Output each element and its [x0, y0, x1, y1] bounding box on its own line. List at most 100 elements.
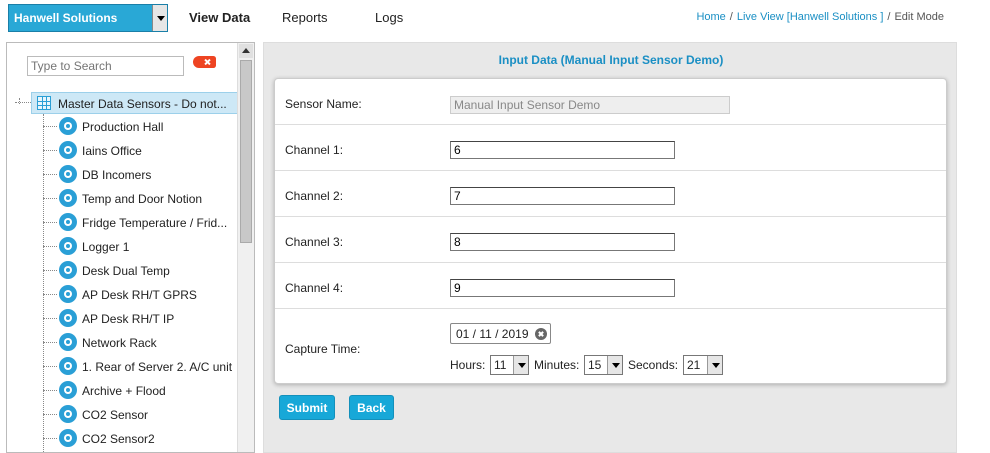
sensor-icon: [59, 213, 77, 231]
sensor-tree-panel: Master Data Sensors - Do not... Producti…: [6, 42, 255, 453]
minutes-select[interactable]: 15: [584, 355, 623, 375]
nav-reports[interactable]: Reports: [282, 10, 328, 25]
sensor-icon: [59, 189, 77, 207]
tree-item-label: DB Incomers: [82, 168, 152, 182]
sensor-icon: [59, 285, 77, 303]
channel-row: Channel 4:: [275, 263, 946, 309]
panel-title: Input Data (Manual Input Sensor Demo): [498, 53, 724, 67]
channel-row: Channel 3:: [275, 217, 946, 263]
channel-label: Channel 3:: [285, 235, 344, 249]
breadcrumb-live-view[interactable]: Live View [Hanwell Solutions ]: [737, 11, 884, 23]
channel-4-input[interactable]: [450, 279, 675, 297]
tree-item-label: Network Rack: [82, 336, 157, 350]
tree-item-label: 1. Rear of Server 2. A/C unit: [82, 360, 233, 374]
sensor-icon: [59, 261, 77, 279]
clear-search-icon[interactable]: [193, 56, 216, 68]
tree-item-sensor[interactable]: AP Desk RH/T IP: [43, 307, 239, 331]
seconds-label: Seconds:: [628, 358, 679, 372]
submit-button[interactable]: Submit: [279, 395, 335, 420]
organization-select[interactable]: Hanwell Solutions: [8, 4, 168, 32]
tree-item-sensor[interactable]: Network Rack: [43, 331, 239, 355]
seconds-select[interactable]: 21: [683, 355, 723, 375]
channel-label: Channel 2:: [285, 189, 344, 203]
hours-label: Hours:: [450, 358, 486, 372]
channel-1-input[interactable]: [450, 141, 675, 159]
scrollbar-thumb[interactable]: [240, 60, 252, 243]
tree-connector: [19, 98, 20, 104]
sensor-icon: [59, 429, 77, 447]
tree-item-sensor[interactable]: Production Hall: [43, 115, 239, 139]
sensor-icon: [59, 237, 77, 255]
tree-item-label: Production Hall: [82, 120, 164, 134]
tree-root-master-data-sensors[interactable]: Master Data Sensors - Do not...: [31, 92, 239, 114]
tree-item-sensor[interactable]: DB Incomers: [43, 163, 239, 187]
back-button[interactable]: Back: [349, 395, 394, 420]
sensor-icon: [59, 141, 77, 159]
tree-item-label: Desk Dual Temp: [82, 264, 170, 278]
tree-root-label: Master Data Sensors - Do not...: [58, 97, 227, 111]
organization-select-value: Hanwell Solutions: [14, 11, 118, 25]
breadcrumb-current: Edit Mode: [894, 11, 944, 23]
minutes-label: Minutes:: [534, 358, 580, 372]
tree-item-label: CO2 Sensor2: [82, 432, 155, 446]
tree-item-sensor[interactable]: CO2 Sensor: [43, 403, 239, 427]
chevron-down-icon[interactable]: [607, 356, 622, 374]
channel-row: Channel 1:: [275, 125, 946, 171]
breadcrumb-home[interactable]: Home: [696, 11, 725, 23]
grid-icon: [37, 96, 51, 110]
hours-value: 11: [494, 358, 507, 372]
sensor-icon: [59, 405, 77, 423]
tree-item-label: Logger 1: [82, 240, 130, 254]
sensor-icon: [59, 309, 77, 327]
tree-item-sensor[interactable]: Desk Dual Temp: [43, 259, 239, 283]
tree-item-sensor[interactable]: AP Desk RH/T GPRS: [43, 283, 239, 307]
chevron-down-icon[interactable]: [513, 356, 528, 374]
input-form: Sensor Name: Channel 1: Channel 2: Chann…: [274, 78, 947, 384]
tree-item-label: Iains Office: [82, 144, 142, 158]
date-value: 01 / 11 / 2019: [456, 327, 529, 341]
tree-item-label: Fridge Temperature / Frid...: [82, 216, 228, 230]
hours-select[interactable]: 11: [490, 355, 529, 375]
tree-item-label: CO2 Sensor: [82, 408, 149, 422]
sidebar-scrollbar[interactable]: [237, 43, 254, 452]
top-bar: Hanwell Solutions View Data Reports Logs…: [0, 0, 990, 36]
tree-item-sensor[interactable]: CO2 Sensor2: [43, 427, 239, 451]
tree-item-label: Temp and Door Notion: [82, 192, 203, 206]
channel-label: Channel 4:: [285, 281, 344, 295]
tree-item-sensor[interactable]: Fridge Temperature / Frid...: [43, 211, 239, 235]
breadcrumb-separator: /: [887, 11, 891, 23]
sensor-name-field: [450, 96, 730, 114]
sensor-name-row: Sensor Name:: [275, 79, 946, 125]
minutes-value: 15: [588, 358, 602, 372]
nav-logs[interactable]: Logs: [375, 10, 403, 25]
sensor-name-label: Sensor Name:: [285, 97, 362, 111]
tree-item-sensor[interactable]: Temp and Door Notion: [43, 187, 239, 211]
input-data-panel: Input Data (Manual Input Sensor Demo) Se…: [263, 42, 957, 453]
tree-item-label: AP Desk RH/T IP: [82, 312, 175, 326]
clear-date-icon[interactable]: [535, 328, 547, 340]
tree-item-label: Archive + Flood: [82, 384, 166, 398]
sensor-icon: [59, 333, 77, 351]
search-input[interactable]: [27, 56, 184, 76]
tree-item-label: AP Desk RH/T GPRS: [82, 288, 197, 302]
chevron-down-icon[interactable]: [152, 5, 167, 31]
nav-view-data[interactable]: View Data: [189, 10, 250, 25]
tree-item-sensor[interactable]: Logger 1: [43, 235, 239, 259]
breadcrumb-separator: /: [729, 11, 733, 23]
channel-row: Channel 2:: [275, 171, 946, 217]
tree-connector: [15, 102, 31, 103]
tree-item-sensor[interactable]: 1. Rear of Server 2. A/C unit: [43, 355, 239, 379]
breadcrumb: Home / Live View [Hanwell Solutions ] / Edit…: [696, 11, 944, 23]
tree-item-sensor[interactable]: Archive + Flood: [43, 379, 239, 403]
sensor-icon: [59, 381, 77, 399]
seconds-value: 21: [687, 358, 701, 372]
tree-item-sensor[interactable]: Iains Office: [43, 139, 239, 163]
sensor-icon: [59, 117, 77, 135]
channel-2-input[interactable]: [450, 187, 675, 205]
date-picker[interactable]: 01 / 11 / 2019: [450, 323, 551, 344]
chevron-down-icon[interactable]: [707, 356, 722, 374]
scroll-up-icon[interactable]: [239, 44, 253, 58]
sensor-icon: [59, 357, 77, 375]
capture-time-row: Capture Time: 01 / 11 / 2019 Hours: 11 M…: [275, 309, 946, 383]
channel-3-input[interactable]: [450, 233, 675, 251]
